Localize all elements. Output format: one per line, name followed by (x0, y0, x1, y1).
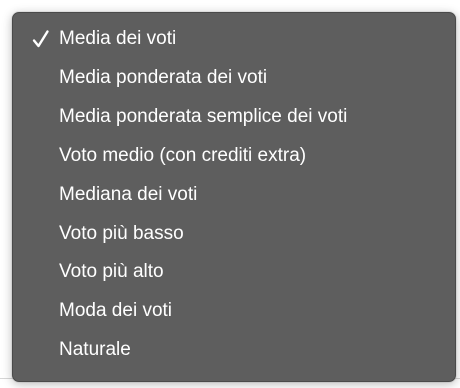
menu-item-mediana-dei-voti[interactable]: Mediana dei voti (13, 175, 455, 214)
menu-item-label: Naturale (59, 338, 131, 360)
menu-item-media-dei-voti[interactable]: Media dei voti (13, 26, 455, 59)
menu-item-label: Voto medio (con crediti extra) (59, 144, 307, 166)
checkmark-icon (31, 28, 51, 50)
menu-item-label: Media dei voti (59, 28, 177, 49)
menu-item-label: Mediana dei voti (59, 183, 198, 205)
menu-item-voto-piu-alto[interactable]: Voto più alto (13, 253, 455, 292)
menu-item-naturale[interactable]: Naturale (13, 331, 455, 370)
dropdown-menu: Media dei voti Media ponderata dei voti … (12, 12, 456, 382)
menu-item-label: Voto più basso (59, 222, 184, 244)
menu-item-label: Voto più alto (59, 261, 164, 283)
menu-item-label: Media ponderata semplice dei voti (59, 106, 348, 128)
menu-item-label: Media ponderata dei voti (59, 67, 268, 89)
menu-item-voto-piu-basso[interactable]: Voto più basso (13, 214, 455, 253)
menu-item-label: Moda dei voti (59, 300, 173, 322)
menu-item-media-ponderata-dei-voti[interactable]: Media ponderata dei voti (13, 59, 455, 98)
menu-item-voto-medio-con-crediti-extra[interactable]: Voto medio (con crediti extra) (13, 137, 455, 176)
menu-item-moda-dei-voti[interactable]: Moda dei voti (13, 292, 455, 331)
menu-item-media-ponderata-semplice-dei-voti[interactable]: Media ponderata semplice dei voti (13, 98, 455, 137)
